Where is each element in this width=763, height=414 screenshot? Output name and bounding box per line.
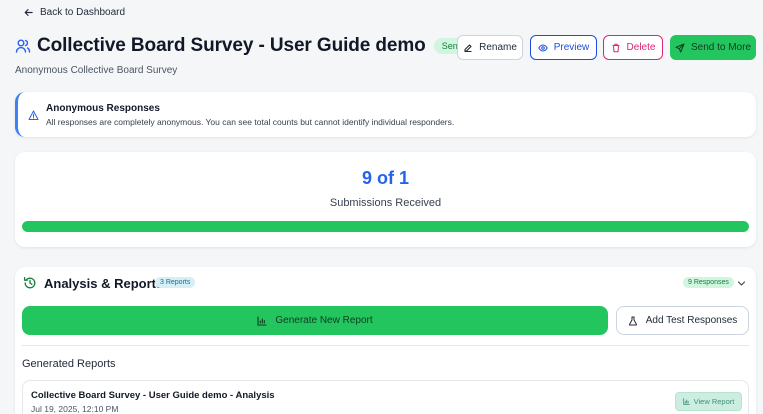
view-report-button[interactable]: View Report <box>675 392 742 411</box>
report-title: Collective Board Survey - User Guide dem… <box>31 390 275 401</box>
history-icon <box>23 276 36 289</box>
trash-icon <box>612 43 620 52</box>
add-test-responses-button[interactable]: Add Test Responses <box>616 306 749 335</box>
send-label: Send to More <box>690 42 752 53</box>
send-icon <box>675 43 685 52</box>
preview-label: Preview <box>553 42 590 53</box>
analysis-title: Analysis & Reports <box>44 276 164 291</box>
submission-progress-bar <box>22 221 749 232</box>
delete-label: Delete <box>626 42 656 53</box>
test-tube-icon <box>628 316 637 325</box>
anonymous-notice: Anonymous Responses All responses are co… <box>15 92 756 137</box>
generated-reports-heading: Generated Reports <box>22 358 116 370</box>
delete-button[interactable]: Delete <box>603 35 663 60</box>
submission-count: 9 of 1 <box>361 168 409 188</box>
reports-count-badge: 3 Reports <box>155 277 196 288</box>
submissions-card: 9 of 1 Submissions Received <box>15 152 756 247</box>
notice-body: All responses are completely anonymous. … <box>46 117 455 127</box>
back-link-label: Back to Dashboard <box>40 7 126 18</box>
report-list-item: Collective Board Survey - User Guide dem… <box>22 380 749 414</box>
submission-progress-fill <box>22 221 749 232</box>
title-row: Collective Board Survey - User Guide dem… <box>15 35 469 57</box>
back-to-dashboard-link[interactable]: Back to Dashboard <box>24 7 125 18</box>
generate-report-label: Generate New Report <box>275 315 373 326</box>
warning-icon <box>28 110 39 120</box>
generate-report-button[interactable]: Generate New Report <box>22 306 608 335</box>
divider <box>22 345 749 346</box>
arrow-left-icon <box>24 9 33 16</box>
page-subtitle: Anonymous Collective Board Survey <box>15 65 178 76</box>
chevron-down-icon[interactable] <box>737 279 746 288</box>
add-test-responses-label: Add Test Responses <box>645 315 738 326</box>
rename-label: Rename <box>479 42 517 53</box>
users-icon <box>15 39 31 53</box>
bar-chart-icon <box>682 398 690 405</box>
page-title: Collective Board Survey - User Guide dem… <box>37 35 426 56</box>
eye-icon <box>537 43 548 52</box>
rename-button[interactable]: Rename <box>457 35 523 60</box>
bar-chart-icon <box>257 315 267 326</box>
notice-title: Anonymous Responses <box>46 103 160 114</box>
submission-label: Submissions Received <box>329 197 442 209</box>
send-to-more-button[interactable]: Send to More <box>670 35 756 60</box>
responses-count-badge: 9 Responses <box>683 277 734 288</box>
edit-icon <box>464 43 472 52</box>
preview-button[interactable]: Preview <box>530 35 597 60</box>
report-date: Jul 19, 2025, 12:10 PM <box>31 404 119 414</box>
analysis-reports-panel: Analysis & Reports 3 Reports 9 Responses… <box>15 267 756 414</box>
view-report-label: View Report <box>693 397 735 406</box>
